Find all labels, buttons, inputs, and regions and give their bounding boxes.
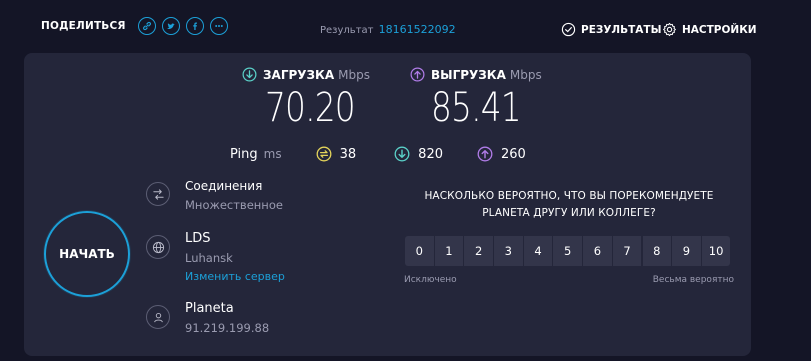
upload-latency-icon [477, 146, 493, 162]
results-label: РЕЗУЛЬТАТЫ [581, 23, 662, 36]
rating-button[interactable]: 4 [523, 236, 553, 266]
provider-row: Planeta 91.219.199.88 [146, 301, 269, 337]
scale-high-label: Весьма вероятно [652, 275, 734, 285]
share-group: ПОДЕЛИТЬСЯ [41, 17, 228, 35]
provider-ip: 91.219.199.88 [185, 321, 270, 335]
download-header: ЗАГРУЗКА Mbps [242, 67, 375, 82]
ping-download: 820 [394, 146, 443, 162]
ping-upload-value: 260 [501, 146, 526, 162]
ping-unit: ms [263, 147, 282, 161]
rating-button[interactable]: 0 [405, 236, 434, 266]
server-row: LDS Luhansk Изменить сервер [146, 231, 285, 283]
start-button[interactable]: НАЧАТЬ [44, 211, 130, 297]
share-label: ПОДЕЛИТЬСЯ [41, 20, 126, 32]
rating-button[interactable]: 2 [464, 236, 493, 266]
provider-name: Planeta [185, 301, 234, 316]
ping-idle: 38 [316, 146, 357, 162]
user-icon [146, 305, 170, 329]
facebook-icon[interactable] [185, 17, 204, 35]
twitter-icon[interactable] [161, 17, 180, 35]
rating-scale: 0 1 2 3 4 5 6 7 8 9 10 [405, 236, 734, 266]
connections-title: Соединения [185, 179, 263, 193]
scale-low-label: Исключено [404, 275, 457, 285]
rating-button[interactable]: 7 [612, 236, 642, 266]
result-label: Результат [320, 25, 374, 36]
settings-button[interactable]: НАСТРОЙКИ [662, 22, 757, 37]
change-server-link[interactable]: Изменить сервер [185, 270, 285, 283]
connections-icon [146, 182, 170, 206]
rating-button[interactable]: 3 [494, 236, 523, 266]
idle-latency-icon [316, 146, 332, 162]
more-icon[interactable] [209, 17, 228, 35]
checkmark-circle-icon [561, 22, 576, 37]
download-metric: ЗАГРУЗКА Mbps 70.20 [242, 67, 375, 131]
globe-icon [146, 235, 170, 259]
ping-label: Ping [230, 146, 258, 162]
rating-button[interactable]: 9 [672, 236, 701, 266]
results-button[interactable]: РЕЗУЛЬТАТЫ [561, 22, 661, 37]
ping-download-value: 820 [418, 146, 443, 162]
ping-upload: 260 [477, 146, 526, 162]
rating-button[interactable]: 8 [642, 236, 671, 266]
upload-metric: ВЫГРУЗКА Mbps 85.41 [410, 67, 542, 131]
server-name: LDS [185, 231, 211, 246]
ping-idle-value: 38 [339, 146, 357, 162]
rating-button[interactable]: 6 [583, 236, 612, 266]
link-icon[interactable] [137, 17, 156, 35]
download-value: 70.20 [265, 85, 356, 131]
connections-value: Множественное [185, 198, 283, 212]
results-panel: ЗАГРУЗКА Mbps 70.20 ВЫГРУЗКА Mbps 85.41 … [24, 53, 751, 356]
download-latency-icon [394, 146, 410, 162]
top-bar: ПОДЕЛИТЬСЯ Результат 18161522092 РЕЗУЛЬТ… [0, 0, 811, 52]
nps-survey: НАСКОЛЬКО ВЕРОЯТНО, ЧТО ВЫ ПОРЕКОМЕНДУЕТ… [404, 188, 734, 285]
upload-value: 85.41 [431, 85, 522, 131]
settings-label: НАСТРОЙКИ [682, 23, 757, 36]
upload-header: ВЫГРУЗКА Mbps [410, 67, 542, 82]
gear-icon [663, 22, 676, 37]
download-unit: Mbps [338, 67, 370, 82]
rating-button[interactable]: 10 [701, 236, 731, 266]
upload-label: ВЫГРУЗКА [431, 67, 506, 82]
download-label: ЗАГРУЗКА [263, 67, 335, 82]
rating-button[interactable]: 1 [434, 236, 464, 266]
result-info: Результат 18161522092 [320, 23, 456, 36]
rating-button[interactable]: 5 [553, 236, 582, 266]
server-location: Luhansk [185, 251, 233, 265]
download-arrow-icon [242, 67, 257, 82]
survey-question: НАСКОЛЬКО ВЕРОЯТНО, ЧТО ВЫ ПОРЕКОМЕНДУЕТ… [424, 190, 714, 219]
upload-arrow-icon [410, 67, 425, 82]
connections-row: Соединения Множественное [146, 178, 283, 214]
scale-captions: Исключено Весьма вероятно [404, 275, 734, 285]
result-id-link[interactable]: 18161522092 [379, 23, 456, 36]
ping-row: Ping ms 38 820 260 [230, 146, 526, 162]
upload-unit: Mbps [509, 67, 542, 82]
